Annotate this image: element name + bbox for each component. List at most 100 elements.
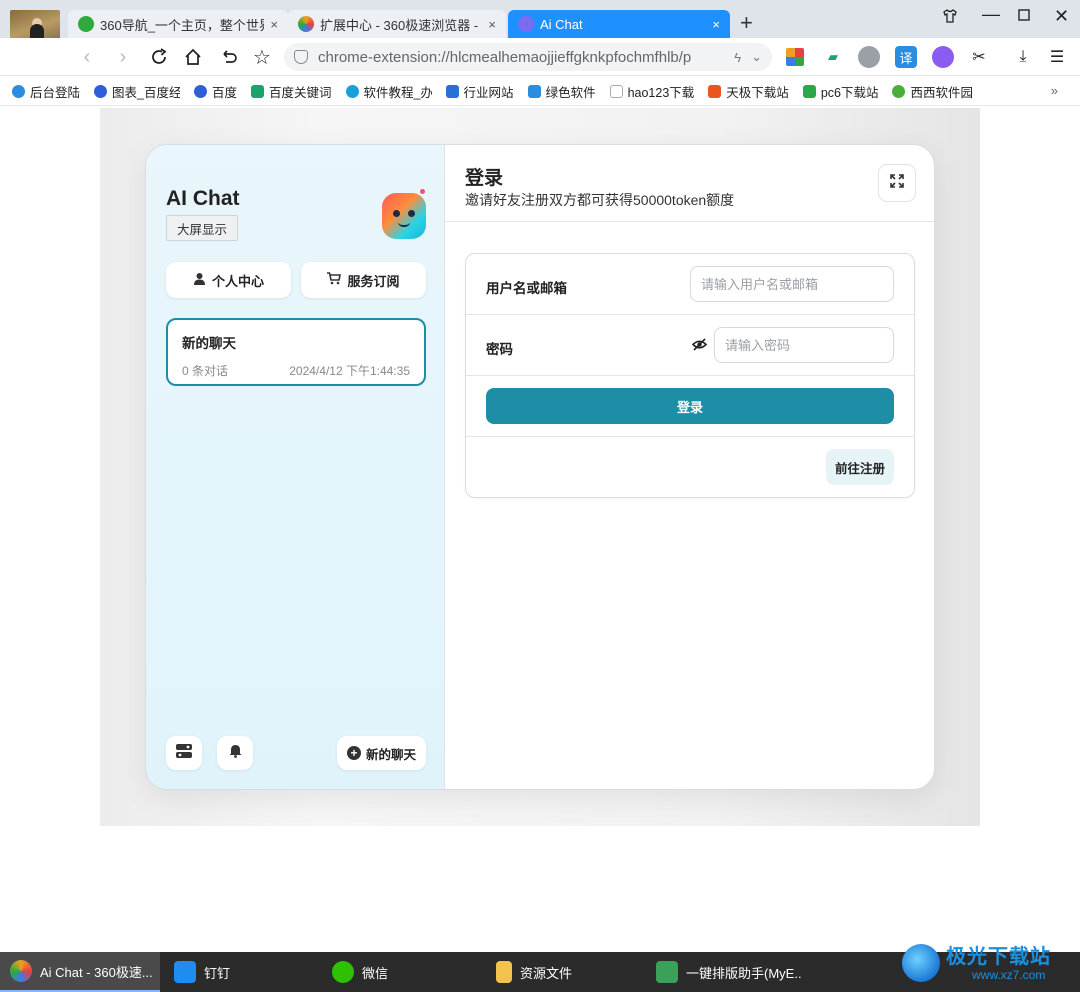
form-divider xyxy=(466,436,914,437)
chat-extension-icon[interactable]: ▰ xyxy=(822,46,844,68)
close-icon[interactable]: × xyxy=(270,17,278,32)
minimize-icon[interactable]: — xyxy=(982,4,1000,25)
subscription-label: 服务订阅 xyxy=(347,273,400,289)
bookmark-item[interactable]: 软件教程_办 xyxy=(345,82,432,101)
new-tab-button[interactable]: + xyxy=(740,10,753,36)
username-input[interactable] xyxy=(690,266,894,302)
bookmark-icon xyxy=(345,84,359,98)
wechat-icon xyxy=(332,961,354,983)
password-input[interactable] xyxy=(714,327,894,363)
ai-chat-icon xyxy=(518,16,534,32)
cart-icon xyxy=(327,272,342,288)
taskbar-item-files[interactable]: 资源文件 xyxy=(486,952,642,992)
tab-title: 360导航_一个主页，整个世界 xyxy=(100,17,265,33)
360-browser-icon xyxy=(10,960,32,982)
bookmark-icon xyxy=(12,84,25,98)
address-bar[interactable]: chrome-extension://hlcmealhemaojjieffgkn… xyxy=(284,43,772,71)
expand-icon xyxy=(890,173,904,193)
close-icon[interactable]: × xyxy=(488,17,496,32)
bookmark-item[interactable]: pc6下载站 xyxy=(802,82,878,101)
bell-icon xyxy=(229,744,242,763)
login-subtitle: 邀请好友注册双方都可获得50000token额度 xyxy=(465,192,735,208)
new-chat-button[interactable]: + 新的聊天 xyxy=(337,736,426,770)
tab-title: 扩展中心 - 360极速浏览器 - 扩 xyxy=(320,17,483,33)
tab-360-nav[interactable]: 360导航_一个主页，整个世界 × xyxy=(68,10,288,38)
ai-chat-window: AI Chat 大屏显示 个人中心 服务订阅 新的聊天 0 条对话 2024/4… xyxy=(145,144,935,790)
url-text: chrome-extension://hlcmealhemaojjieffgkn… xyxy=(318,48,692,66)
username-label: 用户名或邮箱 xyxy=(486,281,567,296)
back-icon[interactable]: ‹ xyxy=(74,44,100,70)
personal-center-button[interactable]: 个人中心 xyxy=(166,262,291,298)
bookmark-item[interactable]: 后台登陆 xyxy=(12,82,80,101)
bookmark-item[interactable]: 图表_百度经 xyxy=(94,82,180,101)
robot-mouth xyxy=(398,222,410,227)
subscription-button[interactable]: 服务订阅 xyxy=(301,262,426,298)
browser-toolbar: ‹ › ☆ chrome-extension://hlcmealhemaojji… xyxy=(0,38,1080,76)
taskbar-item-layout-helper[interactable]: 一键排版助手(MyE... xyxy=(646,952,802,992)
bolt-icon[interactable]: ϟ xyxy=(734,50,741,65)
bookmark-item[interactable]: 百度关键词 xyxy=(251,82,332,101)
username-row: 用户名或邮箱 xyxy=(466,254,914,315)
download-icon[interactable]: ⤓ xyxy=(1012,46,1034,68)
taskbar-item-wechat[interactable]: 微信 xyxy=(322,952,478,992)
cloud-extension-icon[interactable] xyxy=(858,46,880,68)
robot-eye xyxy=(408,210,415,217)
taskbar-item-ai-chat[interactable]: Ai Chat - 360极速... xyxy=(0,952,160,992)
password-row: 密码 xyxy=(466,315,914,376)
bookmark-item[interactable]: hao123下载 xyxy=(609,82,694,101)
bookmark-item[interactable]: 绿色软件 xyxy=(527,82,596,101)
watermark-url: www.xz7.com xyxy=(972,968,1046,982)
reload-icon[interactable] xyxy=(146,44,172,70)
user-icon xyxy=(193,272,206,288)
tab-bar: 360导航_一个主页，整个世界 × 扩展中心 - 360极速浏览器 - 扩 × … xyxy=(0,0,1080,60)
robot-logo-icon xyxy=(382,189,426,239)
tab-ai-chat[interactable]: Ai Chat × xyxy=(508,10,730,38)
bookmark-item[interactable]: 行业网站 xyxy=(445,82,514,101)
undo-icon[interactable] xyxy=(215,44,241,70)
login-panel: 登录 邀请好友注册双方都可获得50000token额度 用户名或邮箱 密码 登录 xyxy=(445,145,934,789)
scissors-icon[interactable]: ✂ xyxy=(968,46,990,68)
toggle-settings-icon xyxy=(176,743,192,763)
notification-button[interactable] xyxy=(217,736,253,770)
bookmarks-more-icon[interactable]: » xyxy=(1051,83,1058,98)
shield-icon xyxy=(294,50,308,64)
chat-list-item[interactable]: 新的聊天 0 条对话 2024/4/12 下午1:44:35 xyxy=(166,318,426,386)
bookmark-item[interactable]: 西西软件园 xyxy=(892,82,973,101)
eye-off-icon[interactable] xyxy=(691,338,708,356)
close-window-icon[interactable]: ✕ xyxy=(1054,6,1069,27)
watermark: 极光下载站 www.xz7.com xyxy=(902,938,1072,988)
settings-button[interactable] xyxy=(166,736,202,770)
ai-extension-icon[interactable] xyxy=(932,46,954,68)
personal-center-label: 个人中心 xyxy=(211,273,264,289)
fullscreen-button[interactable] xyxy=(878,164,916,202)
big-screen-button[interactable]: 大屏显示 xyxy=(166,215,239,241)
close-icon[interactable]: × xyxy=(712,17,720,32)
360-nav-icon xyxy=(78,16,94,32)
apps-grid-icon[interactable] xyxy=(786,48,804,66)
chat-item-title: 新的聊天 xyxy=(182,336,236,351)
robot-eye xyxy=(393,210,400,217)
taskbar-item-dingtalk[interactable]: 钉钉 xyxy=(164,952,318,992)
login-button[interactable]: 登录 xyxy=(486,388,894,424)
chat-item-date: 2024/4/12 下午1:44:35 xyxy=(289,364,410,378)
bookmark-icon xyxy=(802,84,816,98)
bookmark-icon xyxy=(892,84,906,98)
folder-icon xyxy=(496,961,512,983)
star-icon[interactable]: ☆ xyxy=(249,44,275,70)
home-icon[interactable] xyxy=(180,44,206,70)
password-label: 密码 xyxy=(486,342,513,357)
forward-icon[interactable]: › xyxy=(110,44,136,70)
maximize-icon[interactable] xyxy=(1018,8,1030,25)
register-button[interactable]: 前往注册 xyxy=(826,449,894,485)
tab-title: Ai Chat xyxy=(540,16,583,32)
robot-antenna xyxy=(420,189,425,194)
translate-icon[interactable]: 译 xyxy=(895,46,917,68)
chevron-down-icon[interactable]: ⌄ xyxy=(751,49,762,65)
shirt-icon[interactable] xyxy=(942,8,958,28)
bookmark-item[interactable]: 百度 xyxy=(194,82,237,101)
tab-extension-center[interactable]: 扩展中心 - 360极速浏览器 - 扩 × xyxy=(288,10,506,38)
bookmark-icon xyxy=(251,84,265,98)
menu-icon[interactable]: ☰ xyxy=(1046,46,1068,68)
bookmark-icon xyxy=(708,84,722,98)
bookmark-item[interactable]: 天极下载站 xyxy=(708,82,789,101)
